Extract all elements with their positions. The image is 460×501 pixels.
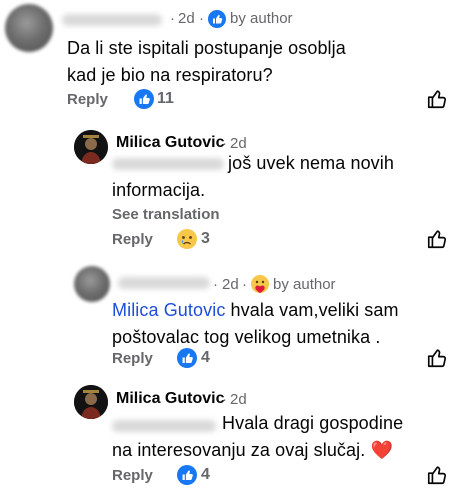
thumbs-up-icon[interactable]	[426, 464, 448, 486]
reaction-count[interactable]: 4	[201, 466, 210, 484]
like-reaction-icon[interactable]	[177, 348, 197, 368]
comment-text-content: još uvek nema novih informacija.	[112, 153, 394, 200]
author-avatar-image	[74, 130, 108, 164]
separator-dot: ·	[170, 10, 175, 27]
separator-dot: ·	[199, 10, 204, 27]
comment-text: Milica Gutovic hvala vam,veliki sam pošt…	[112, 297, 402, 351]
comment-text: Da li ste ispitali postupanje osoblja ka…	[67, 38, 346, 85]
reaction-count[interactable]: 11	[157, 90, 174, 108]
thumbs-up-icon[interactable]	[426, 228, 448, 250]
commenter-avatar[interactable]	[74, 266, 110, 302]
reply-button[interactable]: Reply	[112, 467, 153, 484]
reaction-count[interactable]: 4	[201, 349, 210, 367]
author-avatar[interactable]	[74, 385, 108, 419]
comment-time[interactable]: 2d	[222, 276, 239, 293]
separator-dot: ·	[213, 276, 218, 293]
thumbs-up-icon[interactable]	[426, 88, 448, 110]
author-badge-label: by author	[230, 10, 293, 27]
comment-time[interactable]: 2d	[178, 10, 195, 27]
comment-time[interactable]: 2d	[230, 391, 247, 408]
author-avatar[interactable]	[74, 130, 108, 164]
commenter-avatar[interactable]	[5, 4, 53, 52]
reply-button[interactable]: Reply	[112, 231, 153, 248]
commenter-name-redacted[interactable]	[118, 277, 210, 289]
reply-button[interactable]: Reply	[112, 350, 153, 367]
commenter-name-redacted[interactable]	[62, 14, 162, 26]
separator-dot: ·	[222, 391, 227, 408]
reaction-count[interactable]: 3	[201, 230, 210, 248]
thumbs-up-icon[interactable]	[426, 347, 448, 369]
see-translation-link[interactable]: See translation	[112, 206, 220, 223]
comment-text-content: Hvala dragi gospodine na interesovanju z…	[112, 413, 404, 460]
reply-button[interactable]: Reply	[67, 91, 108, 108]
mention-link[interactable]: Milica Gutovic	[112, 300, 225, 320]
author-reaction-icon	[251, 275, 269, 293]
author-badge-label: by author	[273, 276, 336, 293]
author-badge-icon	[208, 10, 226, 28]
like-reaction-icon[interactable]	[177, 465, 197, 485]
like-reaction-icon[interactable]	[134, 89, 154, 109]
comment-text: još uvek nema novih informacija.	[112, 150, 412, 204]
author-avatar-image	[74, 385, 108, 419]
sad-reaction-icon[interactable]	[177, 229, 197, 249]
heart-emoji-icon: ❤️	[370, 440, 393, 460]
comment-text: Hvala dragi gospodine na interesovanju z…	[112, 410, 412, 464]
comment-author[interactable]: Milica Gutovic	[116, 390, 224, 408]
separator-dot: ·	[242, 276, 247, 293]
